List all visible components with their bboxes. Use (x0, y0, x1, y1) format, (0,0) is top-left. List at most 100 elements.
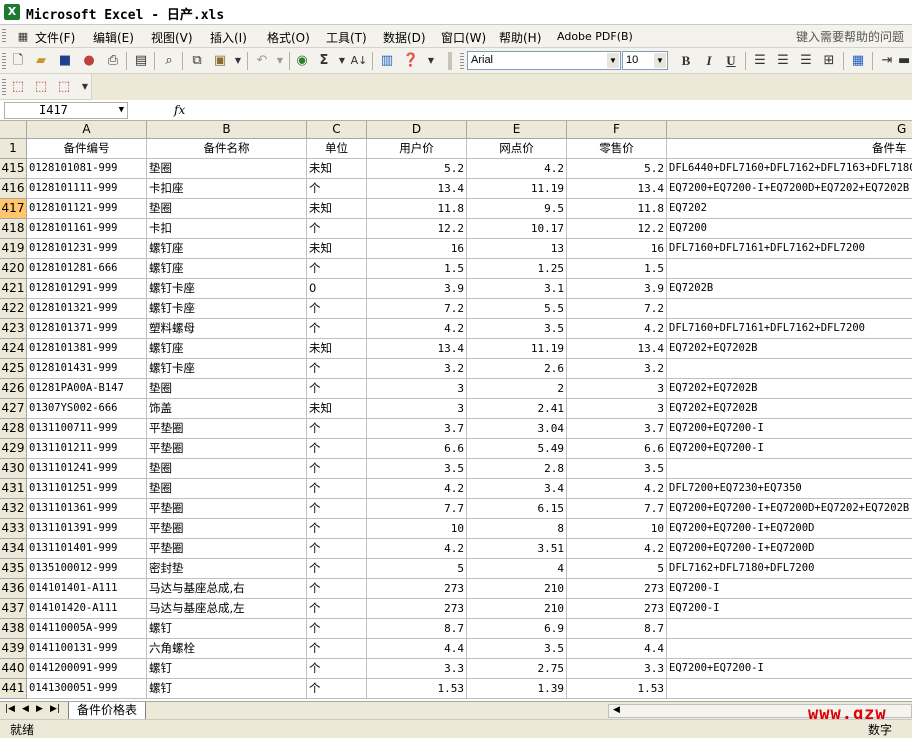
row-header[interactable]: 431 (0, 479, 27, 499)
convert-and-review-icon[interactable]: ⬚ (55, 78, 73, 95)
row-header[interactable]: 437 (0, 599, 27, 619)
table-cell[interactable]: 1.53 (367, 679, 467, 699)
table-cell[interactable]: 个 (307, 619, 367, 639)
table-cell[interactable]: EQ7200-I (667, 579, 912, 599)
table-cell[interactable]: EQ7200+EQ7200-I+EQ7200D (667, 539, 912, 559)
table-cell[interactable]: 3.2 (567, 359, 667, 379)
table-cell[interactable]: DFL7160+DFL7161+DFL7162+DFL7200 (667, 319, 912, 339)
table-cell[interactable]: 5.49 (467, 439, 567, 459)
help-icon[interactable]: ❓ (402, 52, 420, 69)
menu-grip[interactable] (2, 29, 6, 44)
column-header-e[interactable]: E (467, 121, 567, 139)
scroll-left-icon[interactable]: ◀ (613, 705, 620, 715)
table-cell[interactable]: 0128101111-999 (27, 179, 147, 199)
table-cell[interactable]: DFL6440+DFL7160+DFL7162+DFL7163+DFL7180+… (667, 159, 912, 179)
table-cell[interactable]: EQ7202+EQ7202B (667, 379, 912, 399)
table-cell[interactable]: 个 (307, 219, 367, 239)
next-sheet-icon[interactable]: ▶ (36, 704, 43, 714)
table-cell[interactable]: EQ7202 (667, 199, 912, 219)
table-cell[interactable]: 0128101371-999 (27, 319, 147, 339)
menu-insert[interactable]: 插入(I) (210, 29, 247, 46)
table-cell[interactable]: 6.15 (467, 499, 567, 519)
row-header[interactable]: 427 (0, 399, 27, 419)
table-cell[interactable]: 个 (307, 659, 367, 679)
table-cell[interactable]: 未知 (307, 159, 367, 179)
row-header[interactable]: 422 (0, 299, 27, 319)
table-cell[interactable]: 个 (307, 179, 367, 199)
align-left-icon[interactable]: ☰ (751, 52, 769, 69)
table-cell[interactable]: 6.6 (567, 439, 667, 459)
table-cell[interactable]: 3.4 (467, 479, 567, 499)
table-cell[interactable]: EQ7200+EQ7200-I+EQ7200D (667, 519, 912, 539)
table-cell[interactable]: EQ7200+EQ7200-I+EQ7200D+EQ7202+EQ7202B (667, 179, 912, 199)
row-header[interactable]: 432 (0, 499, 27, 519)
table-cell[interactable]: 7.2 (567, 299, 667, 319)
select-all-corner[interactable] (0, 121, 27, 139)
table-cell[interactable]: 1.53 (567, 679, 667, 699)
menu-help[interactable]: 帮助(H) (499, 29, 541, 46)
table-cell[interactable]: 螺钉 (147, 679, 307, 699)
bold-button[interactable]: B (677, 52, 695, 69)
row-header[interactable]: 436 (0, 579, 27, 599)
table-cell[interactable]: 0131101391-999 (27, 519, 147, 539)
table-cell[interactable]: 平垫圈 (147, 539, 307, 559)
table-cell[interactable] (667, 679, 912, 699)
table-cell[interactable]: 六角螺栓 (147, 639, 307, 659)
table-cell[interactable]: 1.25 (467, 259, 567, 279)
menu-tools[interactable]: 工具(T) (326, 29, 367, 46)
table-cell[interactable]: 个 (307, 539, 367, 559)
table-cell[interactable]: 0128101381-999 (27, 339, 147, 359)
row-header[interactable]: 440 (0, 659, 27, 679)
paste-dropdown-icon[interactable]: ▼ (229, 52, 247, 69)
table-cell[interactable]: 12.2 (567, 219, 667, 239)
undo-dropdown-icon[interactable]: ▼ (271, 52, 289, 69)
table-cell[interactable]: 9.5 (467, 199, 567, 219)
table-cell[interactable]: 螺钉座 (147, 259, 307, 279)
table-cell[interactable]: 4.2 (567, 479, 667, 499)
table-cell[interactable]: 3.51 (467, 539, 567, 559)
row-header[interactable]: 426 (0, 379, 27, 399)
table-cell[interactable]: 16 (367, 239, 467, 259)
italic-button[interactable]: I (700, 52, 718, 69)
table-cell[interactable]: 0131101241-999 (27, 459, 147, 479)
toolbar-chevron[interactable] (448, 52, 452, 70)
table-cell[interactable]: 6.9 (467, 619, 567, 639)
table-cell[interactable]: 13.4 (567, 339, 667, 359)
column-header-a[interactable]: A (27, 121, 147, 139)
prev-sheet-icon[interactable]: ◀ (22, 704, 29, 714)
table-cell[interactable]: 5.2 (367, 159, 467, 179)
table-cell[interactable]: 卡扣 (147, 219, 307, 239)
table-cell[interactable]: 3 (367, 399, 467, 419)
table-cell[interactable]: 个 (307, 359, 367, 379)
table-cell[interactable]: 螺钉卡座 (147, 359, 307, 379)
header-cell[interactable]: 用户价 (367, 139, 467, 159)
underline-button[interactable]: U (722, 52, 740, 69)
table-cell[interactable]: 个 (307, 499, 367, 519)
table-cell[interactable]: 3.9 (367, 279, 467, 299)
table-cell[interactable]: 8 (467, 519, 567, 539)
table-cell[interactable]: 个 (307, 679, 367, 699)
table-cell[interactable]: 7.7 (567, 499, 667, 519)
table-cell[interactable]: DFL7200+EQ7230+EQ7350 (667, 479, 912, 499)
table-cell[interactable]: 个 (307, 479, 367, 499)
table-cell[interactable]: EQ7200+EQ7200-I (667, 439, 912, 459)
new-icon[interactable]: 🗋 (9, 52, 27, 69)
row-header[interactable]: 424 (0, 339, 27, 359)
table-cell[interactable]: 11.19 (467, 179, 567, 199)
table-cell[interactable]: 0141100131-999 (27, 639, 147, 659)
table-cell[interactable]: 0 (307, 279, 367, 299)
table-cell[interactable]: 1.5 (367, 259, 467, 279)
first-sheet-icon[interactable]: |◀ (5, 704, 15, 714)
table-cell[interactable]: 2.6 (467, 359, 567, 379)
table-cell[interactable]: 0128101161-999 (27, 219, 147, 239)
table-cell[interactable]: 0128101281-666 (27, 259, 147, 279)
row-header[interactable]: 1 (0, 139, 27, 159)
worksheet-grid[interactable]: A B C D E F G 1 备件编号 备件名称 单位 用户价 网点价 零售价 备件车 415 0128101… (0, 121, 912, 701)
table-cell[interactable]: 2.75 (467, 659, 567, 679)
table-cell[interactable]: 4.2 (367, 319, 467, 339)
row-header[interactable]: 415 (0, 159, 27, 179)
table-cell[interactable]: 螺钉 (147, 659, 307, 679)
column-header-g[interactable]: G (667, 121, 912, 139)
table-cell[interactable]: 螺钉 (147, 619, 307, 639)
chart-wizard-icon[interactable]: ▥ (378, 52, 396, 69)
